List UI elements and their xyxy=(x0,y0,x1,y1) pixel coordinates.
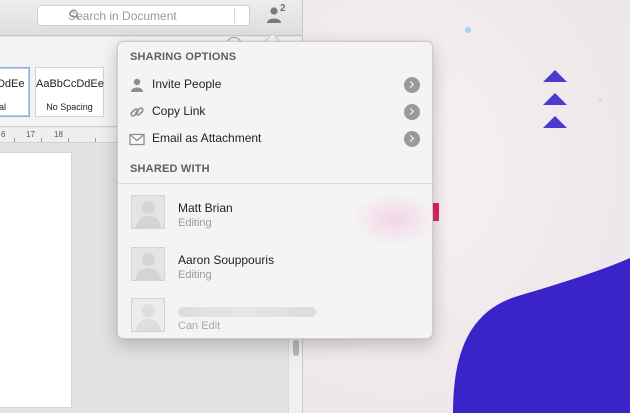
search-divider xyxy=(234,8,235,23)
invite-people-option[interactable]: Invite People xyxy=(118,72,434,98)
section-divider xyxy=(118,183,434,184)
style-sample: AaBbCcDdEe xyxy=(36,78,104,90)
triangle-shape xyxy=(543,93,567,105)
shared-with-header: SHARED WITH xyxy=(130,163,210,175)
search-input[interactable]: Search in Document xyxy=(37,5,250,26)
style-tile-normal[interactable]: cDdEe al xyxy=(0,67,30,117)
ruler-tick xyxy=(41,138,42,142)
search-placeholder: Search in Document xyxy=(68,8,177,23)
invite-people-label: Invite People xyxy=(152,77,222,91)
link-icon xyxy=(130,107,144,117)
email-attachment-option[interactable]: Email as Attachment xyxy=(118,126,434,152)
avatar xyxy=(131,298,165,332)
redacted-name xyxy=(178,307,316,317)
envelope-icon xyxy=(129,133,145,146)
style-tile-no-spacing[interactable]: AaBbCcDdEe No Spacing xyxy=(35,67,104,117)
email-attachment-label: Email as Attachment xyxy=(152,131,262,145)
person-permission: Can Edit xyxy=(178,320,221,332)
style-sample: cDdEe xyxy=(0,78,25,90)
chevron-right-icon[interactable] xyxy=(404,104,420,120)
chevron-right-icon[interactable] xyxy=(404,77,420,93)
decor-dot xyxy=(599,98,602,101)
person-name: Aaron Souppouris xyxy=(178,253,275,267)
style-name: No Spacing xyxy=(46,102,93,112)
search-icon xyxy=(69,9,80,20)
person-name: Matt Brian xyxy=(178,201,233,215)
share-button[interactable] xyxy=(264,4,290,26)
avatar xyxy=(131,247,165,281)
triangle-shape xyxy=(543,70,567,82)
chevron-right-icon[interactable] xyxy=(404,131,420,147)
person-permission: Editing xyxy=(178,217,212,229)
ruler-number: 6 xyxy=(1,130,6,139)
copy-link-option[interactable]: Copy Link xyxy=(118,99,434,125)
shared-person-row[interactable]: Can Edit xyxy=(118,298,434,350)
person-icon xyxy=(131,78,143,92)
ruler-tick xyxy=(68,138,69,142)
sharing-popover: SHARING OPTIONS Invite People Copy Link … xyxy=(117,41,440,339)
sharing-options-header: SHARING OPTIONS xyxy=(130,51,237,63)
copy-link-label: Copy Link xyxy=(152,104,206,118)
ruler-number: 17 xyxy=(26,130,35,139)
ruler-tick xyxy=(14,138,15,142)
person-permission: Editing xyxy=(178,269,212,281)
ruler-number: 18 xyxy=(54,130,63,139)
style-name: al xyxy=(0,102,7,112)
document-page[interactable] xyxy=(0,152,72,408)
decor-dot xyxy=(465,27,471,33)
shared-person-row[interactable]: Matt Brian Editing xyxy=(118,195,434,247)
avatar xyxy=(131,195,165,229)
triangle-shape xyxy=(543,116,567,128)
title-bar: Search in Document 2 xyxy=(0,0,302,36)
shared-person-row[interactable]: Aaron Souppouris Editing xyxy=(118,247,434,299)
ruler-tick xyxy=(95,138,96,142)
share-count-badge: 2 xyxy=(280,3,286,14)
triangle-stack xyxy=(543,70,571,139)
